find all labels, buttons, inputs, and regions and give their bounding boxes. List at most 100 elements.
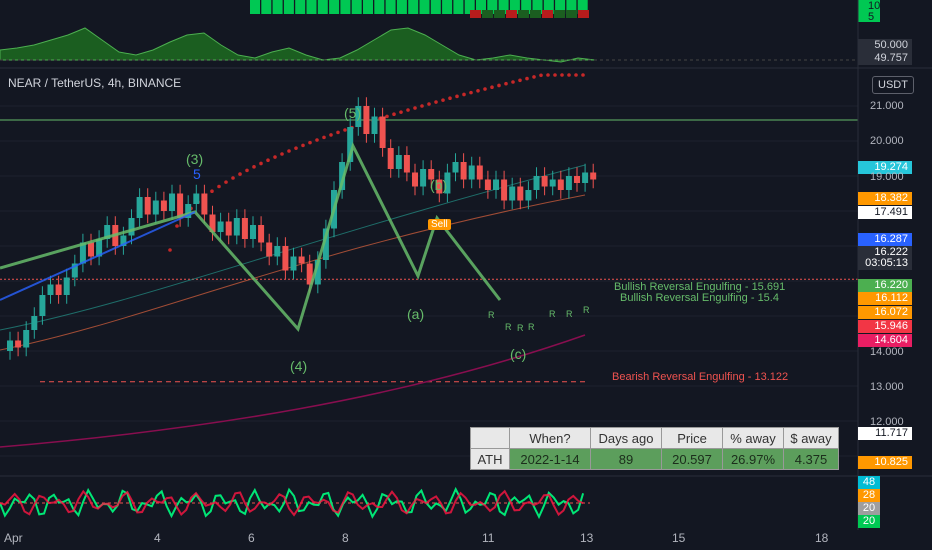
price-tag: 10.825 (858, 456, 912, 469)
candle-body (468, 165, 475, 180)
sar-dot (441, 98, 445, 102)
ath-header-price: Price (661, 427, 723, 449)
candle-body (395, 155, 402, 169)
sar-dot (217, 184, 221, 189)
ath-header-usd: $ away (783, 427, 839, 449)
top-bar-cell (385, 0, 396, 14)
candle-body (7, 340, 13, 351)
candle-body (250, 225, 256, 239)
candle-body (371, 116, 378, 134)
blue-trend-line (0, 211, 196, 301)
candle-body (460, 162, 467, 180)
ath-table-header: When? Days ago Price % away $ away (470, 427, 839, 449)
candle-body (509, 186, 516, 201)
top-panel-tag: 5 (868, 11, 875, 23)
sar-dot (259, 161, 263, 166)
top-bar-cell (419, 0, 430, 14)
sar-dot (252, 165, 256, 169)
top-bar-cell (554, 10, 565, 18)
price-tag: 14.000 (870, 346, 904, 358)
sar-dot (294, 146, 298, 150)
candle-body (298, 256, 305, 264)
candle-body (574, 176, 580, 183)
osc-panel-tag: 49.757 (858, 52, 912, 65)
sar-dot (448, 96, 452, 101)
sar-dot (504, 81, 508, 86)
candle-body (47, 284, 54, 295)
candle-body (241, 218, 248, 239)
candle-body (15, 340, 22, 348)
currency-button[interactable]: USDT (872, 76, 914, 94)
candle-body (387, 148, 394, 169)
sar-dot (511, 80, 515, 84)
wave-label-3: (3) (186, 151, 204, 167)
time-axis-label: 11 (482, 531, 495, 545)
ath-cell-price: 20.597 (661, 448, 723, 470)
candle-body (582, 172, 589, 183)
sar-dot (553, 73, 557, 77)
sar-dot (434, 100, 438, 104)
sar-dot (413, 106, 417, 110)
candle-body (55, 284, 62, 295)
sar-dot (175, 224, 179, 228)
candle-body (128, 218, 135, 236)
sar-dot (476, 89, 480, 93)
candle-body (363, 106, 370, 134)
top-bar-cell (518, 10, 529, 18)
sar-dot (301, 143, 305, 148)
candle-body (193, 193, 200, 204)
sar-dot (322, 135, 326, 140)
candle-body (541, 176, 548, 187)
time-axis-label: 6 (248, 531, 255, 545)
candle-body (549, 179, 556, 187)
sar-dot (273, 155, 277, 159)
time-axis-label: 8 (342, 531, 349, 545)
candle-body (233, 218, 240, 236)
candle-body (533, 176, 540, 190)
sar-dot (560, 73, 564, 77)
top-bar-cell (442, 0, 453, 14)
ath-header-pct: % away (722, 427, 784, 449)
top-bar-cell (408, 0, 419, 14)
sar-dot (406, 108, 410, 112)
osc-panel-tag: 50.000 (858, 39, 912, 52)
ma-mid-2 (0, 194, 586, 351)
price-tag: 18.382 (858, 192, 912, 205)
bottom-panel-tag: 20 (858, 502, 880, 515)
sar-dot (168, 248, 172, 252)
price-tag: 16.072 (858, 306, 912, 319)
price-tag: 17.491 (858, 206, 912, 219)
time-axis-label: 13 (580, 531, 594, 545)
bearish-engulfing: Bearish Reversal Engulfing - 13.122 (612, 371, 789, 383)
sar-dot (287, 149, 291, 153)
top-bar-cell (542, 10, 553, 18)
price-tag: 13.000 (870, 381, 904, 393)
sar-dot (245, 168, 249, 173)
reversal-marker: R (528, 322, 535, 332)
sar-dot (581, 73, 585, 77)
top-bar-cell (283, 0, 294, 14)
top-bar-cell (329, 0, 340, 14)
candle-body (590, 172, 597, 180)
top-bar-cell (396, 0, 407, 14)
sar-dot (308, 140, 312, 145)
sar-dot (238, 172, 242, 176)
candle-body (525, 190, 532, 201)
candle-body (290, 256, 297, 271)
candle-body (565, 176, 572, 190)
top-bar-cell (578, 10, 589, 18)
candle-body (403, 155, 410, 173)
wave-label-c: (c) (510, 346, 527, 362)
main-price-panel: RR R RR R R (0, 73, 858, 457)
time-axis-label: 18 (815, 531, 829, 545)
sar-dot (210, 189, 214, 194)
reversal-marker: R (488, 310, 495, 320)
candle-body (282, 246, 289, 271)
top-bar-cell (250, 0, 260, 14)
sar-dot (231, 176, 235, 180)
sar-dot (483, 87, 487, 91)
candle-body (258, 225, 265, 243)
top-bar-cell (494, 10, 505, 18)
top-bar-cell (340, 0, 351, 14)
price-tag: 16.112 (858, 292, 912, 305)
